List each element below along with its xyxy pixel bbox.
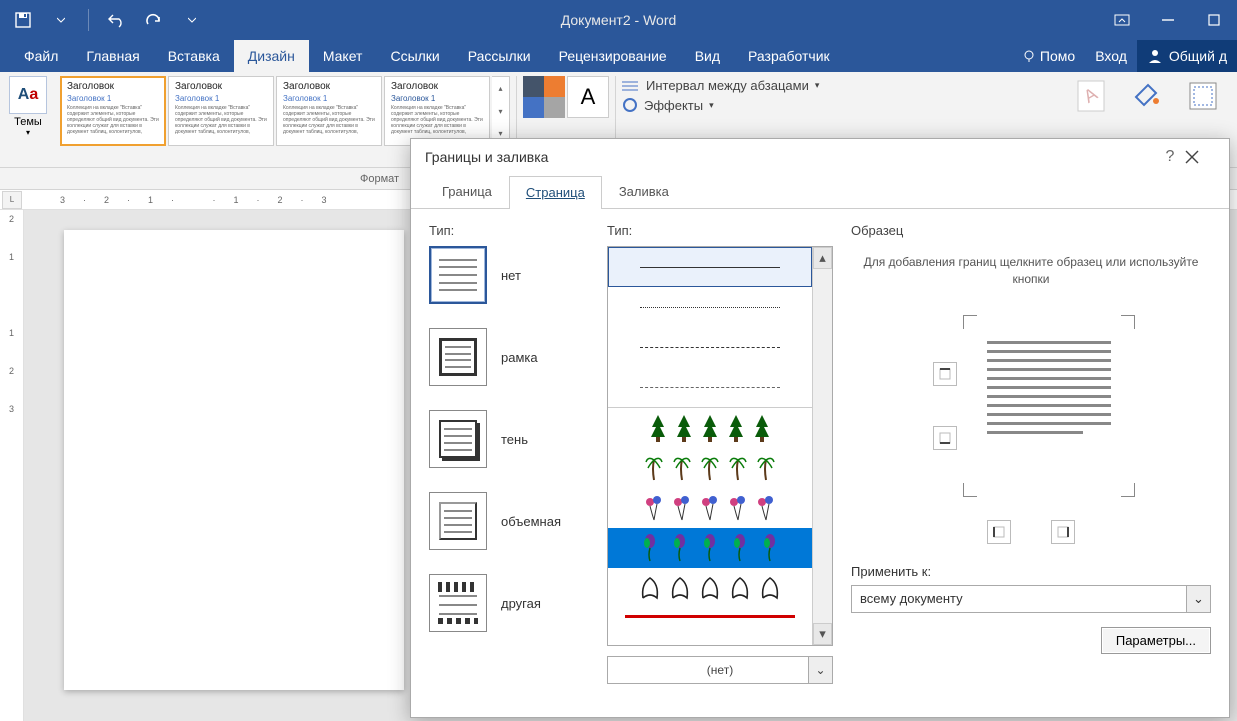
setting-none[interactable]: нет	[429, 246, 589, 304]
dialog-tabs: Граница Страница Заливка	[411, 175, 1229, 209]
ribbon-display-options[interactable]	[1099, 0, 1145, 40]
style-label: Тип:	[607, 223, 833, 238]
edge-left-button[interactable]	[987, 520, 1011, 544]
lightbulb-icon	[1022, 49, 1036, 63]
setting-shadow[interactable]: тень	[429, 410, 589, 468]
ribbon-tabs: Файл Главная Вставка Дизайн Макет Ссылки…	[0, 40, 1237, 72]
person-icon	[1147, 48, 1163, 64]
preview-label: Образец	[851, 223, 1211, 238]
save-button[interactable]	[8, 5, 38, 35]
undo-button[interactable]	[101, 5, 131, 35]
paragraph-spacing-button[interactable]: Интервал между абзацами ▾	[622, 76, 819, 95]
tab-shading[interactable]: Заливка	[602, 175, 686, 208]
effects-button[interactable]: Эффекты ▾	[622, 95, 819, 115]
page[interactable]	[64, 230, 404, 690]
preview-hint: Для добавления границ щелкните образец и…	[851, 254, 1211, 288]
gallery-more[interactable]: ▴▾▾	[492, 76, 510, 146]
style-item[interactable]	[608, 247, 812, 287]
tab-layout[interactable]: Макет	[309, 40, 377, 72]
help-button[interactable]: ?	[1155, 148, 1185, 166]
effects-icon	[622, 97, 638, 113]
preview-page[interactable]	[969, 321, 1129, 491]
tab-file[interactable]: Файл	[10, 40, 72, 72]
scroll-down[interactable]: ▾	[813, 623, 832, 645]
style-scrollbar[interactable]: ▴ ▾	[812, 247, 832, 645]
tab-references[interactable]: Ссылки	[376, 40, 453, 72]
maximize-button[interactable]	[1191, 0, 1237, 40]
redo-button[interactable]	[139, 5, 169, 35]
art-item-leaves[interactable]	[608, 568, 812, 608]
setting-custom[interactable]: другая	[429, 574, 589, 632]
doc-formatting-gallery[interactable]: Заголовок Заголовок 1 Коллекция на вклад…	[60, 76, 510, 146]
tab-view[interactable]: Вид	[681, 40, 734, 72]
tab-design[interactable]: Дизайн	[234, 40, 309, 72]
tab-border[interactable]: Граница	[425, 175, 509, 208]
art-item-trees[interactable]	[608, 408, 812, 448]
window-controls	[1099, 0, 1237, 40]
art-item-balloons[interactable]	[608, 488, 812, 528]
tab-developer[interactable]: Разработчик	[734, 40, 844, 72]
tab-review[interactable]: Рецензирование	[545, 40, 681, 72]
qat-dropdown[interactable]	[46, 5, 76, 35]
page-color-button[interactable]	[1119, 76, 1175, 118]
page-borders-button[interactable]	[1175, 76, 1231, 118]
tab-page-border[interactable]: Страница	[509, 176, 602, 209]
signin-button[interactable]: Вход	[1085, 40, 1137, 72]
qat-customize[interactable]	[177, 5, 207, 35]
gallery-item[interactable]: Заголовок Заголовок 1 Коллекция на вклад…	[276, 76, 382, 146]
gallery-item[interactable]: Заголовок Заголовок 1 Коллекция на вклад…	[60, 76, 166, 146]
style-item[interactable]	[608, 327, 812, 367]
minimize-button[interactable]	[1145, 0, 1191, 40]
setting-box[interactable]: рамка	[429, 328, 589, 386]
tab-home[interactable]: Главная	[72, 40, 153, 72]
style-item[interactable]	[608, 287, 812, 327]
edge-bottom-button[interactable]	[933, 426, 957, 450]
dialog-title: Границы и заливка	[425, 149, 548, 165]
gallery-item[interactable]: Заголовок Заголовок 1 Коллекция на вклад…	[384, 76, 490, 146]
preview-area	[851, 306, 1211, 506]
edge-top-button[interactable]	[933, 362, 957, 386]
titlebar: Документ2 - Word	[0, 0, 1237, 40]
colors-button[interactable]	[523, 76, 565, 118]
art-combo[interactable]: (нет) ⌄	[607, 656, 833, 684]
scroll-up[interactable]: ▴	[813, 247, 832, 269]
quick-access-toolbar	[0, 0, 207, 40]
apply-to-label: Применить к:	[851, 564, 1211, 579]
apply-to-combo[interactable]: всему документу ⌄	[851, 585, 1211, 613]
art-item-palms[interactable]	[608, 448, 812, 488]
share-button[interactable]: Общий д	[1137, 40, 1237, 72]
ruler-corner: L	[2, 191, 22, 209]
themes-button[interactable]: Aа Темы ▾	[6, 76, 50, 137]
tab-mailings[interactable]: Рассылки	[454, 40, 545, 72]
options-button[interactable]: Параметры...	[1101, 627, 1211, 654]
chevron-down-icon[interactable]: ⌄	[1186, 586, 1210, 612]
gallery-item[interactable]: Заголовок Заголовок 1 Коллекция на вклад…	[168, 76, 274, 146]
close-button[interactable]	[1185, 150, 1215, 164]
tell-me[interactable]: Помо	[1012, 40, 1085, 72]
style-list[interactable]: ▴ ▾	[607, 246, 833, 646]
window-title: Документ2 - Word	[561, 12, 677, 28]
spacing-icon	[622, 79, 640, 93]
chevron-down-icon[interactable]: ⌄	[808, 657, 832, 683]
setting-3d[interactable]: объемная	[429, 492, 589, 550]
watermark-button[interactable]: A	[1063, 76, 1119, 118]
edge-right-button[interactable]	[1051, 520, 1075, 544]
art-item-flowers[interactable]	[608, 528, 812, 568]
paragraph-spacing-group: Интервал между абзацами ▾ Эффекты ▾	[622, 76, 819, 115]
type-label: Тип:	[429, 223, 589, 238]
borders-shading-dialog: Границы и заливка ? Граница Страница Зал…	[410, 138, 1230, 718]
vertical-ruler[interactable]: 21123	[0, 210, 24, 721]
close-icon	[1185, 150, 1199, 164]
tab-insert[interactable]: Вставка	[154, 40, 234, 72]
fonts-button[interactable]: А	[567, 76, 609, 118]
style-item[interactable]	[608, 367, 812, 407]
